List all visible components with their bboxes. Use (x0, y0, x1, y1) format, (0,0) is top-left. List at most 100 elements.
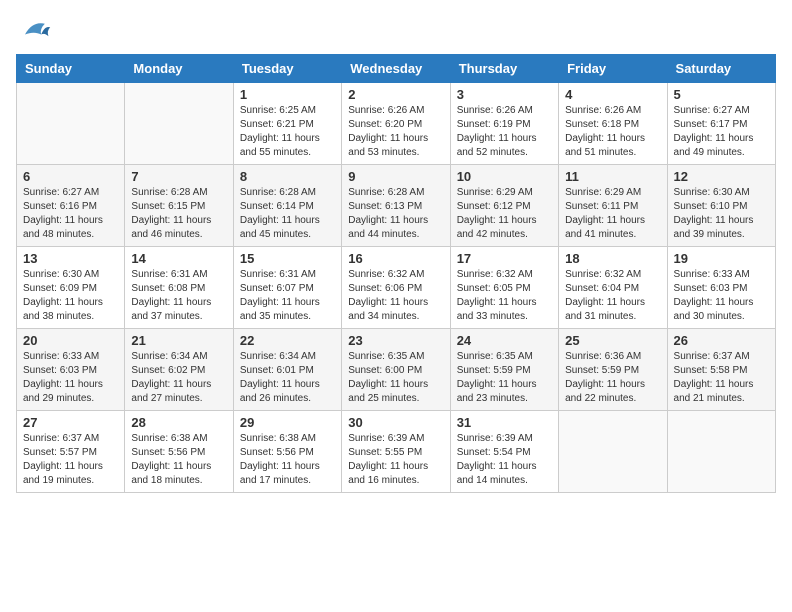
day-info: Sunrise: 6:39 AM Sunset: 5:54 PM Dayligh… (457, 432, 552, 488)
calendar-day-cell: 21 Sunrise: 6:34 AM Sunset: 6:02 PM Dayli… (125, 329, 233, 411)
day-info: Sunrise: 6:28 AM Sunset: 6:13 PM Dayligh… (348, 186, 443, 242)
calendar-day-cell (667, 411, 775, 493)
day-number: 2 (348, 87, 443, 102)
day-number: 20 (23, 333, 118, 348)
day-info: Sunrise: 6:33 AM Sunset: 6:03 PM Dayligh… (674, 268, 769, 324)
weekday-header: Sunday (17, 55, 125, 83)
day-number: 3 (457, 87, 552, 102)
weekday-header: Friday (559, 55, 667, 83)
weekday-header: Monday (125, 55, 233, 83)
day-number: 24 (457, 333, 552, 348)
day-info: Sunrise: 6:31 AM Sunset: 6:08 PM Dayligh… (131, 268, 226, 324)
weekday-header: Tuesday (233, 55, 341, 83)
day-number: 1 (240, 87, 335, 102)
calendar-day-cell: 14 Sunrise: 6:31 AM Sunset: 6:08 PM Dayli… (125, 247, 233, 329)
day-number: 8 (240, 169, 335, 184)
calendar-day-cell: 5 Sunrise: 6:27 AM Sunset: 6:17 PM Daylig… (667, 83, 775, 165)
day-number: 15 (240, 251, 335, 266)
day-info: Sunrise: 6:37 AM Sunset: 5:58 PM Dayligh… (674, 350, 769, 406)
calendar-day-cell (125, 83, 233, 165)
day-number: 27 (23, 415, 118, 430)
calendar-day-cell: 8Sunrise: 6:28 AM Sunset: 6:14 PM Daylig… (233, 165, 341, 247)
calendar-day-cell: 6 Sunrise: 6:27 AM Sunset: 6:16 PM Daylig… (17, 165, 125, 247)
calendar-table: SundayMondayTuesdayWednesdayThursdayFrid… (16, 54, 776, 493)
calendar-day-cell: 15 Sunrise: 6:31 AM Sunset: 6:07 PM Dayli… (233, 247, 341, 329)
calendar-day-cell: 27 Sunrise: 6:37 AM Sunset: 5:57 PM Dayli… (17, 411, 125, 493)
calendar-day-cell: 16Sunrise: 6:32 AM Sunset: 6:06 PM Dayli… (342, 247, 450, 329)
day-info: Sunrise: 6:26 AM Sunset: 6:20 PM Dayligh… (348, 104, 443, 160)
day-number: 7 (131, 169, 226, 184)
calendar-day-cell: 29Sunrise: 6:38 AM Sunset: 5:56 PM Dayli… (233, 411, 341, 493)
day-info: Sunrise: 6:31 AM Sunset: 6:07 PM Dayligh… (240, 268, 335, 324)
calendar-day-cell: 9 Sunrise: 6:28 AM Sunset: 6:13 PM Daylig… (342, 165, 450, 247)
day-number: 11 (565, 169, 660, 184)
day-info: Sunrise: 6:33 AM Sunset: 6:03 PM Dayligh… (23, 350, 118, 406)
calendar-week-row: 13Sunrise: 6:30 AM Sunset: 6:09 PM Dayli… (17, 247, 776, 329)
day-info: Sunrise: 6:35 AM Sunset: 6:00 PM Dayligh… (348, 350, 443, 406)
day-number: 31 (457, 415, 552, 430)
calendar-day-cell: 12 Sunrise: 6:30 AM Sunset: 6:10 PM Dayli… (667, 165, 775, 247)
calendar-day-cell: 4 Sunrise: 6:26 AM Sunset: 6:18 PM Daylig… (559, 83, 667, 165)
day-info: Sunrise: 6:26 AM Sunset: 6:19 PM Dayligh… (457, 104, 552, 160)
calendar-day-cell: 26 Sunrise: 6:37 AM Sunset: 5:58 PM Dayli… (667, 329, 775, 411)
day-info: Sunrise: 6:35 AM Sunset: 5:59 PM Dayligh… (457, 350, 552, 406)
day-info: Sunrise: 6:37 AM Sunset: 5:57 PM Dayligh… (23, 432, 118, 488)
weekday-header: Saturday (667, 55, 775, 83)
day-info: Sunrise: 6:39 AM Sunset: 5:55 PM Dayligh… (348, 432, 443, 488)
day-info: Sunrise: 6:38 AM Sunset: 5:56 PM Dayligh… (240, 432, 335, 488)
calendar-week-row: 20 Sunrise: 6:33 AM Sunset: 6:03 PM Dayli… (17, 329, 776, 411)
day-info: Sunrise: 6:27 AM Sunset: 6:17 PM Dayligh… (674, 104, 769, 160)
day-info: Sunrise: 6:30 AM Sunset: 6:09 PM Dayligh… (23, 268, 118, 324)
calendar-week-row: 1 Sunrise: 6:25 AM Sunset: 6:21 PM Daylig… (17, 83, 776, 165)
calendar-day-cell: 18 Sunrise: 6:32 AM Sunset: 6:04 PM Dayli… (559, 247, 667, 329)
calendar-day-cell: 3 Sunrise: 6:26 AM Sunset: 6:19 PM Daylig… (450, 83, 558, 165)
day-info: Sunrise: 6:29 AM Sunset: 6:12 PM Dayligh… (457, 186, 552, 242)
day-number: 5 (674, 87, 769, 102)
weekday-header: Wednesday (342, 55, 450, 83)
page-header (16, 16, 776, 44)
calendar-day-cell: 22 Sunrise: 6:34 AM Sunset: 6:01 PM Dayli… (233, 329, 341, 411)
weekday-header-row: SundayMondayTuesdayWednesdayThursdayFrid… (17, 55, 776, 83)
day-info: Sunrise: 6:34 AM Sunset: 6:01 PM Dayligh… (240, 350, 335, 406)
calendar-day-cell: 31 Sunrise: 6:39 AM Sunset: 5:54 PM Dayli… (450, 411, 558, 493)
logo-icon (16, 16, 52, 44)
calendar-day-cell: 7Sunrise: 6:28 AM Sunset: 6:15 PM Daylig… (125, 165, 233, 247)
day-number: 25 (565, 333, 660, 348)
day-number: 19 (674, 251, 769, 266)
day-number: 26 (674, 333, 769, 348)
calendar-day-cell: 28 Sunrise: 6:38 AM Sunset: 5:56 PM Dayli… (125, 411, 233, 493)
day-info: Sunrise: 6:38 AM Sunset: 5:56 PM Dayligh… (131, 432, 226, 488)
day-info: Sunrise: 6:32 AM Sunset: 6:04 PM Dayligh… (565, 268, 660, 324)
day-info: Sunrise: 6:32 AM Sunset: 6:05 PM Dayligh… (457, 268, 552, 324)
day-number: 14 (131, 251, 226, 266)
day-number: 12 (674, 169, 769, 184)
calendar-day-cell: 10 Sunrise: 6:29 AM Sunset: 6:12 PM Dayli… (450, 165, 558, 247)
day-info: Sunrise: 6:29 AM Sunset: 6:11 PM Dayligh… (565, 186, 660, 242)
calendar-day-cell: 2 Sunrise: 6:26 AM Sunset: 6:20 PM Daylig… (342, 83, 450, 165)
day-number: 28 (131, 415, 226, 430)
calendar-day-cell: 20 Sunrise: 6:33 AM Sunset: 6:03 PM Dayli… (17, 329, 125, 411)
calendar-day-cell: 11 Sunrise: 6:29 AM Sunset: 6:11 PM Dayli… (559, 165, 667, 247)
day-info: Sunrise: 6:26 AM Sunset: 6:18 PM Dayligh… (565, 104, 660, 160)
day-info: Sunrise: 6:30 AM Sunset: 6:10 PM Dayligh… (674, 186, 769, 242)
weekday-header: Thursday (450, 55, 558, 83)
calendar-week-row: 27 Sunrise: 6:37 AM Sunset: 5:57 PM Dayli… (17, 411, 776, 493)
calendar-day-cell: 23Sunrise: 6:35 AM Sunset: 6:00 PM Dayli… (342, 329, 450, 411)
day-number: 18 (565, 251, 660, 266)
calendar-day-cell (559, 411, 667, 493)
day-number: 10 (457, 169, 552, 184)
day-info: Sunrise: 6:36 AM Sunset: 5:59 PM Dayligh… (565, 350, 660, 406)
day-number: 4 (565, 87, 660, 102)
logo (16, 16, 56, 44)
day-info: Sunrise: 6:34 AM Sunset: 6:02 PM Dayligh… (131, 350, 226, 406)
calendar-day-cell: 25 Sunrise: 6:36 AM Sunset: 5:59 PM Dayli… (559, 329, 667, 411)
day-number: 16 (348, 251, 443, 266)
day-number: 22 (240, 333, 335, 348)
calendar-day-cell: 30Sunrise: 6:39 AM Sunset: 5:55 PM Dayli… (342, 411, 450, 493)
calendar-day-cell: 1 Sunrise: 6:25 AM Sunset: 6:21 PM Daylig… (233, 83, 341, 165)
day-info: Sunrise: 6:27 AM Sunset: 6:16 PM Dayligh… (23, 186, 118, 242)
day-number: 21 (131, 333, 226, 348)
day-info: Sunrise: 6:25 AM Sunset: 6:21 PM Dayligh… (240, 104, 335, 160)
day-number: 9 (348, 169, 443, 184)
day-number: 6 (23, 169, 118, 184)
